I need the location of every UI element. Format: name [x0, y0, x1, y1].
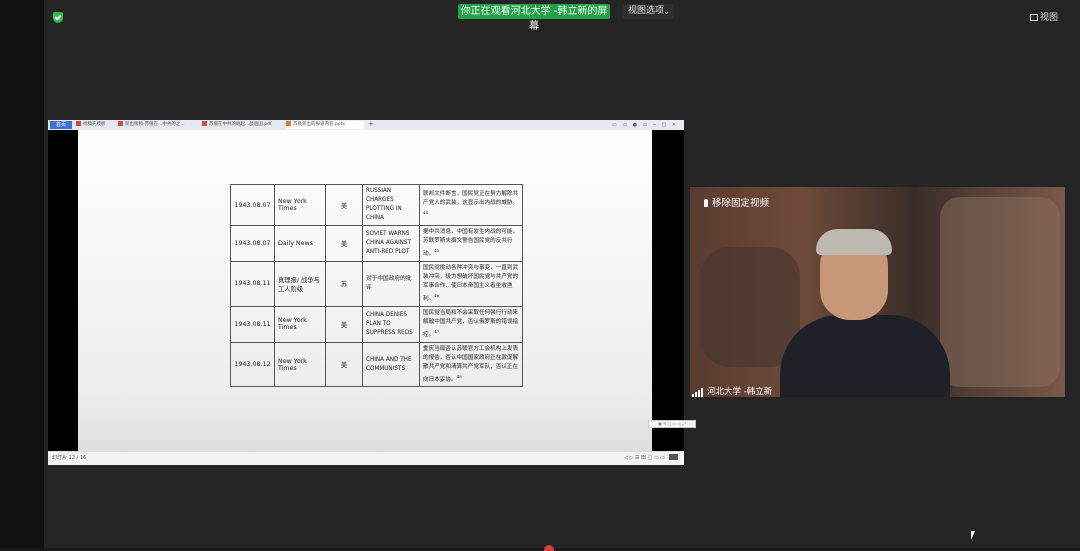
- slide-right-margin: [652, 130, 684, 451]
- participant-body: [780, 315, 950, 397]
- participant-name: 河北大学 -韩立新: [707, 387, 773, 397]
- table-row: 1943.08.07 Daily News 美 SOVIET WARNS CHI…: [230, 225, 523, 262]
- view-button-label: 视图: [1040, 13, 1059, 23]
- cell-summary: 据中共消息，中国有发生内战的可能，苏联罗斯夫撰文警告国民党的反共行动。45: [419, 225, 523, 262]
- grid-view-icon: [1030, 14, 1038, 21]
- cell-title: RUSSIAN CHARGES PLOTTING IN CHINA: [362, 184, 420, 226]
- tab-3-label: 苏俄在中共的崛起...战后国.pdf: [209, 122, 272, 127]
- cell-country: 美: [325, 184, 363, 226]
- chevron-down-icon: ⌄: [663, 7, 670, 16]
- pin-icon: [704, 199, 708, 207]
- cell-source: New York Times: [274, 305, 326, 343]
- footnote-number: 45: [434, 248, 440, 253]
- tab-2-label: 新出版物-苏俄在...中共的之...: [125, 122, 185, 127]
- tab-home[interactable]: 首页: [50, 121, 72, 129]
- footnote-number: 44: [423, 209, 429, 215]
- footnote-number: 48: [456, 373, 462, 379]
- pdf-icon: [118, 121, 123, 126]
- pdf-icon: [202, 121, 207, 126]
- cell-country: 美: [325, 341, 363, 388]
- newspaper-table: 1943.08.07 New York Times 美 RUSSIAN CHAR…: [230, 184, 523, 388]
- slide-canvas: 1943.08.07 New York Times 美 RUSSIAN CHAR…: [78, 130, 696, 451]
- slide-counter: 幻灯片 12 / 16: [52, 455, 87, 461]
- footnote-number: 47: [434, 328, 440, 334]
- cell-title: 对于中国政府的批评: [362, 260, 420, 307]
- cell-date: 1943.08.11: [230, 305, 275, 343]
- cell-summary: 国民党挑动各种冲突与事变，一直到武装冲突，极力想破坏国民党与共产党的军事合作…使…: [419, 260, 523, 307]
- new-tab-icon[interactable]: +: [368, 120, 374, 128]
- cell-country: 美: [325, 225, 363, 262]
- table-row: 1943.08.12 New York Times 美 CHINA AND TH…: [230, 341, 523, 388]
- tab-1-label: 找稿壳模板: [83, 122, 106, 127]
- cell-date: 1943.08.11: [230, 260, 275, 307]
- view-options-dropdown[interactable]: 视图选项 ⌄: [622, 4, 674, 19]
- shared-screen: 首页 找稿壳模板 新出版物-苏俄在...中共的之... 苏俄在中共的崛起...战…: [48, 120, 696, 465]
- summary-text: 联邦文件断言，国民党正在努力解除共产党人的武装，这显示出内战的威胁。: [423, 190, 519, 206]
- footnote-number: 46: [434, 292, 440, 298]
- pptx-icon: [286, 121, 291, 126]
- signal-bars-icon: [692, 387, 704, 397]
- viewer-status-bar: 幻灯片 12 / 16 ◁ ▷ ☰ 田 □ ▭ ▭: [48, 451, 684, 465]
- participant-hair: [816, 229, 892, 255]
- view-button[interactable]: 视图: [1030, 10, 1058, 23]
- screen-share-banner: 你正在观看河北大学 -韩立新的屏幕: [458, 4, 610, 32]
- cell-source: New York Times: [274, 341, 326, 388]
- cell-source: New York Times: [274, 184, 326, 226]
- document-icon: [76, 121, 81, 126]
- cell-date: 1943.08.07: [230, 184, 275, 226]
- security-shield-icon[interactable]: [53, 12, 63, 23]
- tab-1[interactable]: 找稿壳模板: [76, 121, 114, 129]
- cell-summary: 国民党当局和不会采取任何强行行动来解散中国共产党，否认俄罗斯的错误指控。47: [419, 305, 523, 343]
- tab-3[interactable]: 苏俄在中共的崛起...战后国.pdf: [202, 121, 282, 129]
- cell-title: CHINA AND THE COMMUNISTS: [362, 341, 420, 388]
- tab-4-label: 苏俄新出的报道内容.pptx: [293, 122, 346, 127]
- left-edge: [0, 0, 44, 548]
- summary-text: 重庆当局否认苏联官方工会机构上发表的报告，否认中国国家政府正在敦促解散共产党和清…: [423, 345, 519, 383]
- participant-video[interactable]: [690, 187, 1065, 397]
- cell-source: 真理报/ 战争与工人阶级: [274, 260, 326, 307]
- cell-source: Daily News: [274, 225, 326, 262]
- cell-title: SOVIET WARNS CHINA AGAINST ANTI-RED PLOT: [362, 225, 420, 262]
- cell-country: 苏: [325, 260, 363, 307]
- table-row: 1943.08.11 真理报/ 战争与工人阶级 苏 对于中国政府的批评 国民党挑…: [230, 260, 523, 307]
- recording-indicator: [544, 545, 554, 551]
- cell-date: 1943.08.12: [230, 341, 275, 388]
- viewer-tab-bar: 首页 找稿壳模板 新出版物-苏俄在...中共的之... 苏俄在中共的崛起...战…: [48, 120, 684, 130]
- tab-4-active[interactable]: 苏俄新出的报道内容.pptx: [286, 121, 364, 129]
- status-controls[interactable]: ◁ ▷ ☰ 田 □ ▭ ▭: [624, 452, 678, 465]
- play-slideshow-icon[interactable]: [669, 454, 678, 460]
- view-options-label: 视图选项: [628, 6, 665, 16]
- mouse-cursor-icon: [971, 531, 975, 540]
- window-controls[interactable]: ▭ ▭ ● ▭ ─ □ ✕: [612, 122, 678, 128]
- cell-country: 美: [325, 305, 363, 343]
- cell-title: CHINA DENIES PLAN TO SUPPRESS REDS: [362, 305, 420, 343]
- tab-2[interactable]: 新出版物-苏俄在...中共的之...: [118, 121, 198, 129]
- status-controls-label: ◁ ▷ ☰ 田 □ ▭ ▭: [624, 455, 665, 461]
- unpin-label: 移除固定视频: [712, 198, 770, 209]
- cell-summary: 联邦文件断言，国民党正在努力解除共产党人的武装，这显示出内战的威胁。 44: [419, 184, 523, 226]
- unpin-video-button[interactable]: 移除固定视频: [704, 195, 769, 209]
- slide-left-margin: [48, 130, 78, 451]
- table-row: 1943.08.07 New York Times 美 RUSSIAN CHAR…: [230, 184, 523, 226]
- cell-summary: 重庆当局否认苏联官方工会机构上发表的报告，否认中国国家政府正在敦促解散共产党和清…: [419, 341, 523, 388]
- table-row: 1943.08.11 New York Times 美 CHINA DENIES…: [230, 305, 523, 343]
- cell-date: 1943.08.07: [230, 225, 275, 262]
- participant-name-tag: 河北大学 -韩立新: [692, 385, 772, 397]
- slide-mini-toolbar[interactable]: ▣ ✎ ◻ ▭ ▭ ⤢: [648, 420, 696, 428]
- background-blur: [940, 197, 1060, 387]
